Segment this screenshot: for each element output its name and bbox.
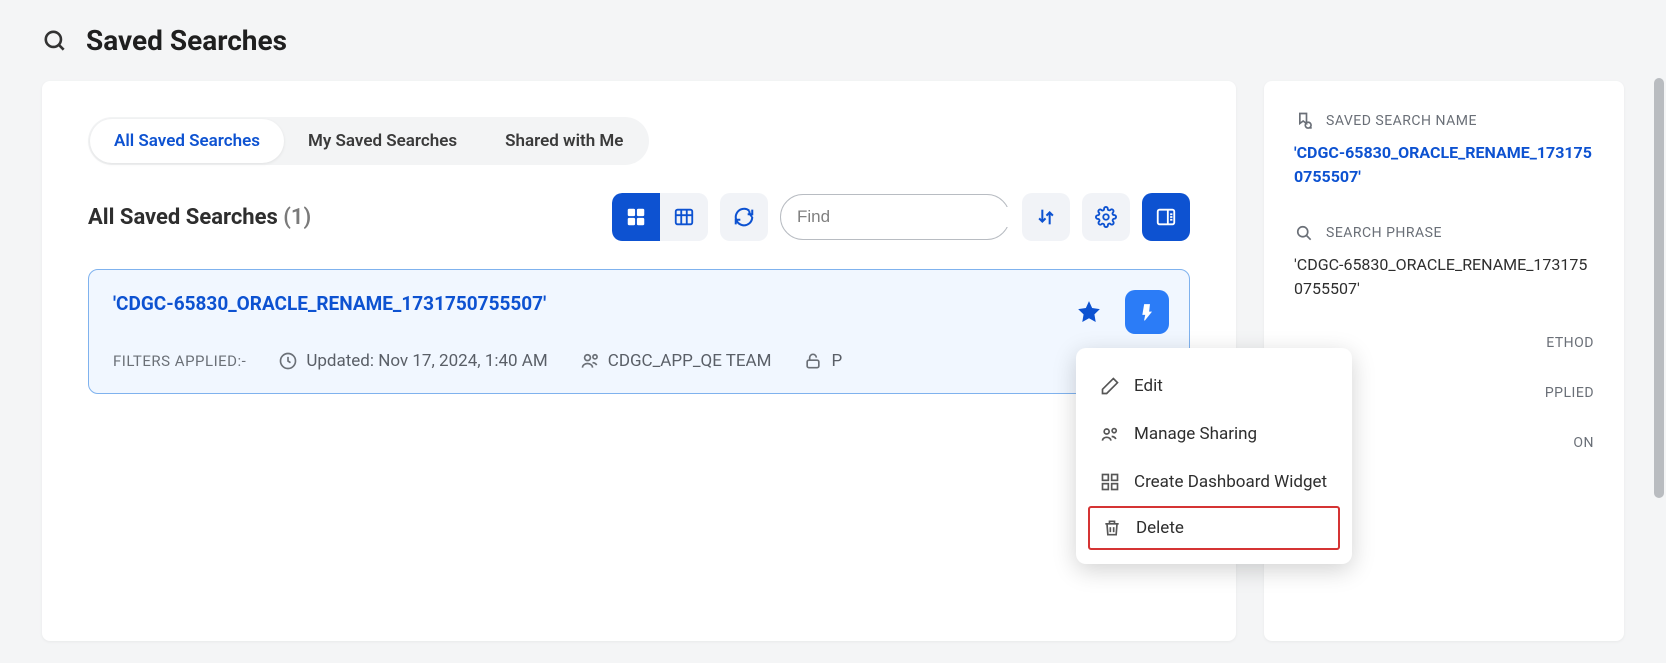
- section-title: All Saved Searches (1): [88, 205, 311, 230]
- tabs: All Saved Searches My Saved Searches Sha…: [88, 117, 649, 165]
- result-name[interactable]: 'CDGC-65830_ORACLE_RENAME_1731750755507': [113, 292, 546, 315]
- menu-create-dashboard-widget[interactable]: Create Dashboard Widget: [1076, 458, 1352, 506]
- table-view-button[interactable]: [660, 193, 708, 241]
- filters-applied-label: FILTERS APPLIED:-: [113, 352, 246, 370]
- clock-icon: [278, 351, 298, 371]
- menu-delete-label: Delete: [1136, 518, 1184, 538]
- owner-text: CDGC_APP_QE TEAM: [608, 351, 772, 371]
- refresh-button[interactable]: [720, 193, 768, 241]
- view-controls: [612, 193, 1190, 241]
- user-icon: [580, 351, 600, 371]
- lock-icon: [803, 351, 823, 371]
- toolbar: All Saved Searches (1): [88, 193, 1190, 241]
- menu-share-label: Manage Sharing: [1134, 424, 1257, 444]
- tab-shared-with-me[interactable]: Shared with Me: [481, 119, 647, 163]
- row-actions: [1067, 290, 1169, 334]
- panel-name-label: SAVED SEARCH NAME: [1326, 113, 1477, 129]
- page-header: Saved Searches: [0, 0, 1666, 81]
- panel-on-label-fragment: ON: [1573, 435, 1594, 451]
- search-input[interactable]: [797, 207, 1018, 227]
- owner: CDGC_APP_QE TEAM: [580, 351, 772, 371]
- panel-phrase-label: SEARCH PHRASE: [1326, 225, 1442, 241]
- page-title: Saved Searches: [86, 24, 287, 57]
- access: P: [803, 351, 842, 371]
- panel-phrase-value: 'CDGC-65830_ORACLE_RENAME_1731750755507': [1294, 253, 1594, 301]
- panel-applied-label-fragment: PPLIED: [1545, 385, 1594, 401]
- bookmark-search-icon: [1294, 111, 1314, 131]
- trash-icon: [1102, 518, 1122, 538]
- menu-edit[interactable]: Edit: [1076, 362, 1352, 410]
- menu-delete[interactable]: Delete: [1088, 506, 1340, 550]
- updated-time: Updated: Nov 17, 2024, 1:40 AM: [278, 351, 547, 371]
- users-icon: [1100, 424, 1120, 444]
- view-toggle-group: [612, 193, 708, 241]
- main-card: All Saved Searches My Saved Searches Sha…: [42, 81, 1236, 641]
- row-context-menu: Edit Manage Sharing Create Dashboard Wid…: [1076, 348, 1352, 564]
- panel-name-value[interactable]: 'CDGC-65830_ORACLE_RENAME_1731750755507': [1294, 141, 1594, 189]
- scrollbar[interactable]: [1654, 78, 1664, 498]
- menu-widget-label: Create Dashboard Widget: [1134, 472, 1327, 492]
- pencil-icon: [1100, 376, 1120, 396]
- tab-my-saved-searches[interactable]: My Saved Searches: [284, 119, 481, 163]
- result-count: (1): [283, 205, 311, 230]
- sort-button[interactable]: [1022, 193, 1070, 241]
- card-view-button[interactable]: [612, 193, 660, 241]
- grid-icon: [1100, 472, 1120, 492]
- menu-edit-label: Edit: [1134, 376, 1163, 396]
- updated-text: Updated: Nov 17, 2024, 1:40 AM: [306, 351, 547, 371]
- details-panel-toggle-button[interactable]: [1142, 193, 1190, 241]
- access-text: P: [831, 351, 842, 371]
- menu-manage-sharing[interactable]: Manage Sharing: [1076, 410, 1352, 458]
- panel-method-label-fragment: ETHOD: [1546, 335, 1594, 351]
- saved-search-row[interactable]: 'CDGC-65830_ORACLE_RENAME_1731750755507'…: [88, 269, 1190, 394]
- search-icon: [1294, 223, 1314, 243]
- settings-button[interactable]: [1082, 193, 1130, 241]
- more-actions-button[interactable]: [1125, 290, 1169, 334]
- search-icon: [42, 28, 68, 54]
- result-meta: FILTERS APPLIED:- Updated: Nov 17, 2024,…: [113, 351, 1165, 371]
- search-box: [780, 194, 1010, 240]
- section-title-text: All Saved Searches: [88, 205, 278, 230]
- tab-all-saved-searches[interactable]: All Saved Searches: [90, 119, 284, 163]
- favorite-button[interactable]: [1067, 290, 1111, 334]
